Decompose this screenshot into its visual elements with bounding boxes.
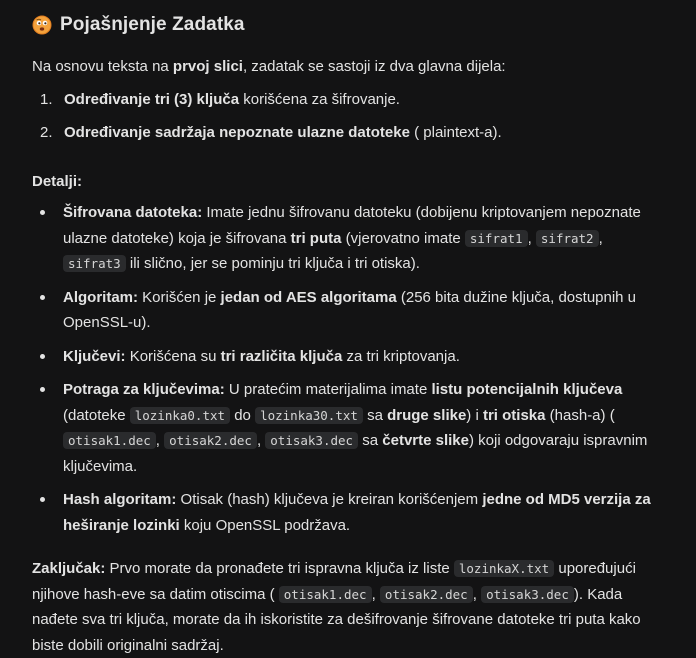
conclusion-paragraph: Zaključak: Prvo morate da pronađete tri …: [32, 560, 641, 654]
page-title: Pojašnjenje Zadatka: [60, 14, 245, 35]
thinking-face-icon: [32, 15, 52, 35]
detail-key-search: Potraga za ključevima: U pratećim materi…: [32, 377, 682, 479]
list-item: 2. Određivanje sadržaja nepoznate ulazne …: [40, 124, 502, 141]
response-content: Pojašnjenje Zadatka Na osnovu teksta na …: [32, 12, 682, 658]
detail-algorithm: Algoritam: Korišćen je jedan od AES algo…: [32, 285, 682, 336]
details-list: Šifrovana datoteka: Imate jednu šifrovan…: [32, 200, 682, 538]
bullet-icon: [40, 353, 45, 359]
bullet-icon: [40, 387, 45, 392]
detail-keys: Ključevi: Korišćena su tri različita klj…: [32, 344, 682, 370]
steps-list: 1. Određivanje tri (3) ključa korišćena z…: [32, 87, 682, 145]
intro-paragraph: Na osnovu teksta na prvoj slici, zadatak…: [32, 58, 506, 75]
details-label: Detalji:: [32, 173, 83, 190]
bullet-icon: [40, 294, 45, 300]
bullet-icon: [40, 210, 45, 215]
bullet-icon: [40, 497, 45, 502]
detail-hash-algorithm: Hash algoritam: Otisak (hash) ključeva j…: [32, 487, 682, 538]
list-item: 1. Određivanje tri (3) ključa korišćena z…: [40, 91, 400, 108]
section-heading: Pojašnjenje Zadatka: [32, 12, 682, 38]
detail-encrypted-file: Šifrovana datoteka: Imate jednu šifrovan…: [32, 200, 682, 277]
